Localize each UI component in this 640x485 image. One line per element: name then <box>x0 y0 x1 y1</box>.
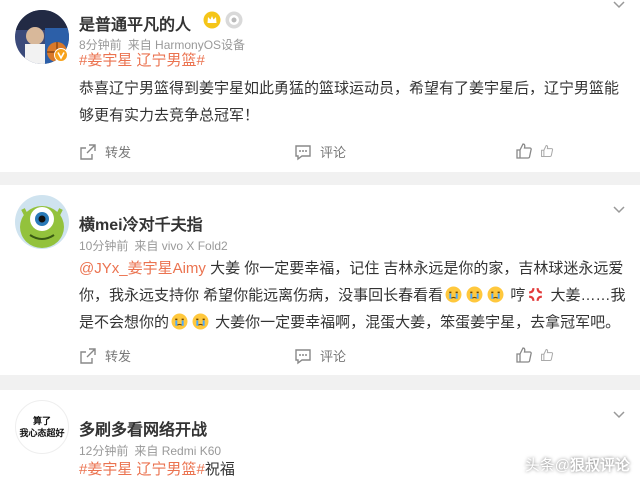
avatar[interactable]: 算了 我心态超好 <box>15 400 69 454</box>
avatar-text-line: 我心态超好 <box>19 428 65 438</box>
content-segment: 哼 <box>506 287 526 304</box>
repost-button[interactable]: 转发 <box>79 346 131 365</box>
repost-icon <box>80 347 96 364</box>
topic-link[interactable]: #姜宇星 <box>79 52 132 69</box>
post-card: 是普通平凡的人 8分钟前 来自 HarmonyOS设备 #姜宇星 辽宁男篮# 恭喜… <box>0 0 640 172</box>
avatar-text-line: 算了 <box>32 416 51 426</box>
comment-button[interactable]: 评论 <box>294 346 346 365</box>
thumbs-up-icon <box>516 143 532 159</box>
anger-symbol-icon <box>529 288 543 301</box>
comment-icon <box>295 348 311 364</box>
crying-emoji-icon <box>487 286 504 303</box>
vip-badge-icon <box>54 48 68 62</box>
post-meta: 10分钟前 来自 vivo X Fold2 <box>79 237 228 254</box>
avatar-text: 算了 我心态超好 <box>16 415 68 439</box>
repost-label: 转发 <box>105 349 132 364</box>
watermark-prefix: 头条 <box>524 457 555 474</box>
like-button[interactable] <box>515 142 562 160</box>
crying-emoji-icon <box>466 286 483 303</box>
avatar[interactable] <box>15 195 69 249</box>
comment-icon <box>295 144 311 160</box>
like-button[interactable] <box>515 346 562 364</box>
chevron-down-icon[interactable] <box>612 0 626 12</box>
watermark: 头条@狠叔评论 <box>525 454 630 475</box>
username[interactable]: 是普通平凡的人 <box>79 11 191 35</box>
post-content: @JYx_姜宇星Aimy 大姜 你一定要幸福，记住 吉林永远是你的家，吉林球迷永… <box>79 255 626 336</box>
crying-emoji-icon <box>445 286 462 303</box>
topic-link[interactable]: 辽宁男篮# <box>137 52 205 69</box>
thumbs-up-icon <box>541 145 554 157</box>
post-time: 10分钟前 <box>79 239 129 253</box>
content-segment: 大姜你一定要幸福啊，混蛋大姜，笨蛋姜宇星，去拿冠军吧。 <box>211 314 621 331</box>
post-content: 恭喜辽宁男篮得到姜宇星如此勇猛的篮球运动员，希望有了姜宇星后，辽宁男篮能够更有实… <box>79 80 620 124</box>
username[interactable]: 横mei冷对千夫指 <box>79 211 203 235</box>
repost-label: 转发 <box>105 145 132 160</box>
chevron-down-icon[interactable] <box>612 408 626 422</box>
watermark-author: 狠叔评论 <box>569 457 630 474</box>
topic-link[interactable]: #姜宇星 <box>79 461 132 478</box>
topic-link[interactable]: 辽宁男篮# <box>137 461 205 478</box>
post-card: 横mei冷对千夫指 10分钟前 来自 vivo X Fold2 @JYx_姜宇星A… <box>0 185 640 375</box>
username[interactable]: 多刷多看网络开战 <box>79 416 207 440</box>
action-bar: 转发 评论 <box>79 346 626 366</box>
post-source: 来自 vivo X Fold2 <box>134 239 228 253</box>
level-badge-icon[interactable] <box>225 11 243 29</box>
crying-emoji-icon <box>171 313 188 330</box>
chevron-down-icon[interactable] <box>612 203 626 217</box>
thumbs-up-icon <box>541 349 554 361</box>
crown-badge-icon[interactable] <box>203 11 221 29</box>
mention-link[interactable]: @JYx_姜宇星Aimy <box>79 260 206 277</box>
action-bar: 转发 评论 <box>79 142 626 162</box>
comment-label: 评论 <box>320 145 347 160</box>
comment-button[interactable]: 评论 <box>294 142 346 161</box>
repost-button[interactable]: 转发 <box>79 142 131 161</box>
comment-label: 评论 <box>320 349 347 364</box>
crying-emoji-icon <box>192 313 209 330</box>
repost-icon <box>80 143 96 160</box>
thumbs-up-icon <box>516 347 532 363</box>
content-segment: 祝福 <box>204 461 235 478</box>
topic-line: #姜宇星 辽宁男篮# <box>79 47 626 74</box>
watermark-at: @ <box>554 457 570 474</box>
